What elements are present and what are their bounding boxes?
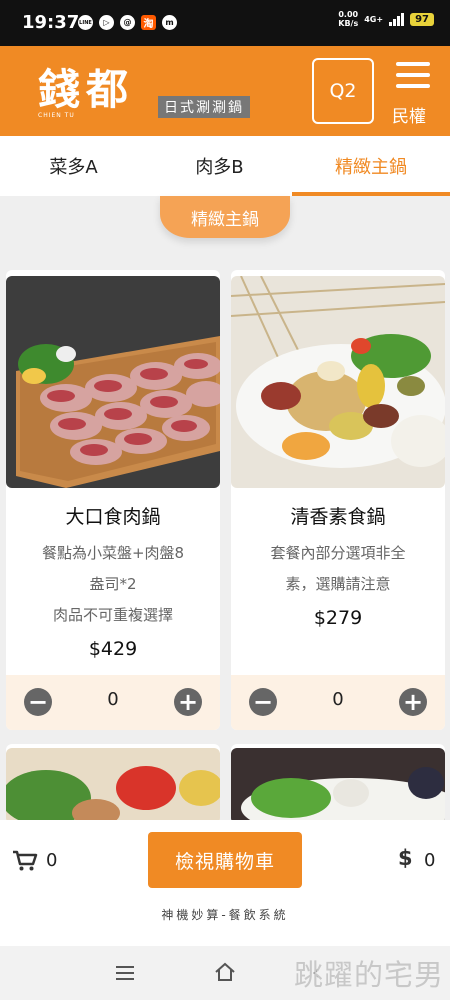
network-type: 4G+: [364, 14, 384, 24]
cart-bar: 0 檢視購物車 $ 0 神機妙算-餐飲系統: [0, 820, 450, 946]
product-photo-veggie: [231, 276, 445, 488]
logo-subtext: CHIEN TU: [38, 112, 75, 119]
view-cart-button[interactable]: 檢視購物車: [148, 832, 302, 888]
threads-app-icon: @: [120, 15, 135, 30]
product-card[interactable]: [6, 744, 220, 824]
product-name: 大口食肉鍋: [65, 506, 161, 528]
product-card[interactable]: 大口食肉鍋 餐點為小菜盤+肉盤8 盎司*2 肉品不可重複選擇 $429 − 0 …: [6, 270, 220, 730]
quantity-value: 0: [107, 689, 119, 710]
net-speed: 0.00 KB/s: [338, 10, 358, 28]
battery-icon: 97: [410, 12, 434, 26]
notification-icons: LINE ▷ @ 淘 m: [78, 15, 177, 30]
product-photo: [231, 748, 445, 824]
cart-icon[interactable]: [12, 850, 38, 872]
table-number-button[interactable]: Q2: [312, 58, 374, 124]
tab-veggie-a[interactable]: 菜多A: [0, 136, 147, 196]
cart-total: 0: [424, 850, 436, 871]
product-description: 餐點為小菜盤+肉盤8 盎司*2 肉品不可重複選擇: [20, 538, 206, 631]
home-icon[interactable]: [214, 962, 236, 982]
category-tabs: 菜多A 肉多B 精緻主鍋: [0, 136, 450, 196]
product-price: $429: [88, 638, 138, 660]
hamburger-icon: [396, 62, 430, 95]
system-footer-text: 神機妙算-餐飲系統: [161, 908, 289, 922]
app-header: 錢都 CHIEN TU 日式涮涮鍋 Q2 民權: [0, 46, 450, 136]
section-title-pill: 精緻主鍋: [160, 196, 290, 238]
product-card[interactable]: 清香素食鍋 套餐內部分選項非全 素，選購請注意 $279 − 0 +: [231, 270, 445, 730]
tab-premium-pot[interactable]: 精緻主鍋: [292, 136, 450, 196]
cart-item-count: 0: [46, 850, 58, 871]
description-line: 盎司*2: [89, 575, 137, 593]
status-time: 19:37: [22, 12, 80, 33]
taobao-app-icon: 淘: [141, 15, 156, 30]
plus-icon[interactable]: +: [174, 688, 202, 716]
brand-logo: 錢都 CHIEN TU 日式涮涮鍋: [38, 62, 283, 122]
plus-icon[interactable]: +: [399, 688, 427, 716]
quantity-stepper: − 0 +: [231, 675, 445, 730]
product-description: 套餐內部分選項非全 素，選購請注意: [245, 538, 431, 600]
branch-label: 民權: [392, 107, 426, 127]
branch-menu-button[interactable]: 民權: [390, 58, 436, 128]
logo-tagline: 日式涮涮鍋: [158, 96, 250, 118]
quantity-stepper: − 0 +: [6, 675, 220, 730]
minus-icon[interactable]: −: [249, 688, 277, 716]
description-line: 素，選購請注意: [285, 575, 391, 593]
quantity-value: 0: [332, 689, 344, 710]
watermark-text: 跳躍的宅男: [293, 958, 444, 992]
product-photo: [6, 748, 220, 824]
tab-meat-b[interactable]: 肉多B: [147, 136, 292, 196]
product-photo-meat: [6, 276, 220, 488]
logo-text: 錢都: [38, 65, 135, 114]
minus-icon[interactable]: −: [24, 688, 52, 716]
messenger-app-icon: m: [162, 15, 177, 30]
description-line: 套餐內部分選項非全: [270, 544, 406, 562]
recent-apps-icon[interactable]: [116, 966, 134, 984]
description-line: 餐點為小菜盤+肉盤8: [41, 544, 185, 562]
description-line: 肉品不可重複選擇: [52, 606, 173, 624]
net-speed-value: 0.00: [338, 10, 359, 19]
line-app-icon: LINE: [78, 15, 93, 30]
product-card[interactable]: [231, 744, 445, 824]
play-app-icon: ▷: [99, 15, 114, 30]
system-nav-bar: ‹ 跳躍的宅男: [0, 946, 450, 1000]
net-speed-unit: KB/s: [338, 19, 359, 28]
signal-icon: [389, 12, 405, 26]
product-price: $279: [313, 607, 363, 629]
product-name: 清香素食鍋: [290, 506, 386, 528]
dollar-icon: $: [398, 846, 413, 870]
status-bar: 19:37 LINE ▷ @ 淘 m 0.00 KB/s 4G+ 97: [0, 0, 450, 46]
status-right: 0.00 KB/s 4G+ 97: [338, 10, 434, 28]
